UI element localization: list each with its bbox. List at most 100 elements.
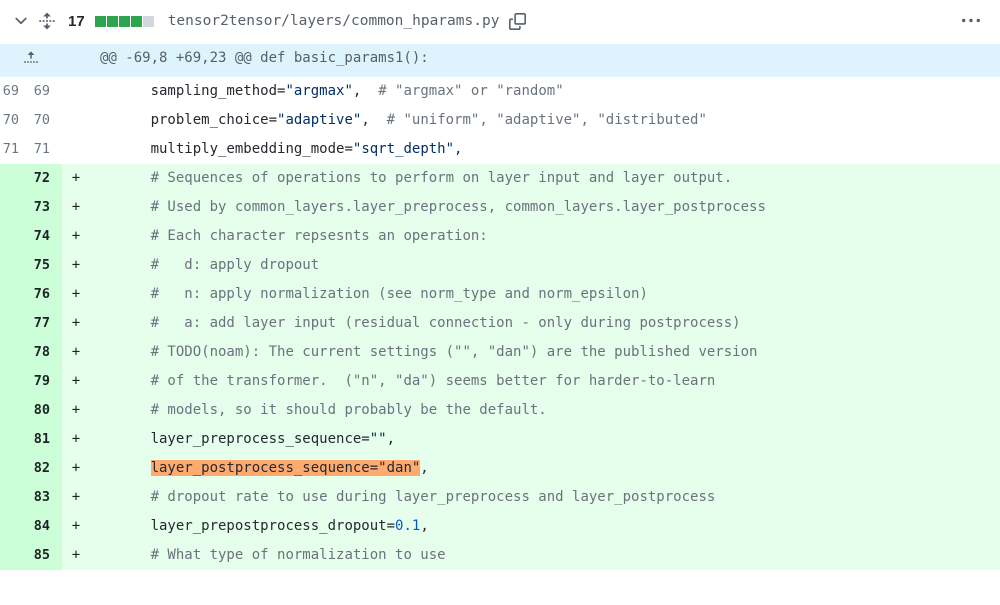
line-number-old[interactable]	[0, 280, 31, 309]
diff-line: 82+ layer_postprocess_sequence="dan",	[0, 454, 1000, 483]
copy-icon[interactable]	[509, 13, 526, 30]
code-content[interactable]: layer_prepostprocess_dropout=0.1,	[90, 512, 1000, 541]
line-number-old[interactable]	[0, 396, 31, 425]
diff-marker: +	[62, 512, 90, 541]
line-number-old[interactable]	[0, 338, 31, 367]
diff-line: 74+ # Each character repsesnts an operat…	[0, 222, 1000, 251]
file-path[interactable]: tensor2tensor/layers/common_hparams.py	[168, 13, 500, 29]
diff-marker: +	[62, 396, 90, 425]
diff-line: 85+ # What type of normalization to use	[0, 541, 1000, 570]
line-number-old[interactable]	[0, 425, 31, 454]
diffstat-block-add	[95, 16, 106, 27]
code-content[interactable]: # models, so it should probably be the d…	[90, 396, 1000, 425]
hunk-header-text: @@ -69,8 +69,23 @@ def basic_params1():	[90, 44, 1000, 77]
line-number-old[interactable]	[0, 309, 31, 338]
line-number-old[interactable]	[0, 164, 31, 193]
line-number-new[interactable]: 78	[31, 338, 62, 367]
diff-line: 72+ # Sequences of operations to perform…	[0, 164, 1000, 193]
line-number-new[interactable]: 80	[31, 396, 62, 425]
line-number-old[interactable]	[0, 193, 31, 222]
diff-line: 84+ layer_prepostprocess_dropout=0.1,	[0, 512, 1000, 541]
line-number-old[interactable]: 69	[0, 77, 31, 106]
diff-line: 6969 sampling_method="argmax", # "argmax…	[0, 77, 1000, 106]
diff-marker: +	[62, 193, 90, 222]
code-content[interactable]: sampling_method="argmax", # "argmax" or …	[90, 77, 1000, 106]
diffstat-block-neutral	[143, 16, 154, 27]
code-content[interactable]: # of the transformer. ("n", "da") seems …	[90, 367, 1000, 396]
expand-hunk-cell[interactable]	[0, 44, 62, 77]
kebab-menu-icon[interactable]	[958, 8, 984, 34]
line-number-old[interactable]	[0, 251, 31, 280]
line-number-new[interactable]: 83	[31, 483, 62, 512]
diff-line: 77+ # a: add layer input (residual conne…	[0, 309, 1000, 338]
line-number-new[interactable]: 75	[31, 251, 62, 280]
diff-marker: +	[62, 338, 90, 367]
line-number-new[interactable]: 81	[31, 425, 62, 454]
diff-marker: +	[62, 309, 90, 338]
line-number-old[interactable]	[0, 541, 31, 570]
diff-marker: +	[62, 367, 90, 396]
diff-line: 78+ # TODO(noam): The current settings (…	[0, 338, 1000, 367]
diff-marker: +	[62, 541, 90, 570]
chevron-down-icon[interactable]	[12, 12, 30, 30]
line-number-old[interactable]: 71	[0, 135, 31, 164]
diff-line: 7070 problem_choice="adaptive", # "unifo…	[0, 106, 1000, 135]
diff-line: 83+ # dropout rate to use during layer_p…	[0, 483, 1000, 512]
line-number-new[interactable]: 69	[31, 77, 62, 106]
diff-line: 7171 multiply_embedding_mode="sqrt_depth…	[0, 135, 1000, 164]
line-number-new[interactable]: 71	[31, 135, 62, 164]
code-content[interactable]: problem_choice="adaptive", # "uniform", …	[90, 106, 1000, 135]
diff-marker: +	[62, 454, 90, 483]
hunk-marker	[62, 44, 90, 77]
line-number-new[interactable]: 73	[31, 193, 62, 222]
diffstat-block-add	[107, 16, 118, 27]
diff-marker: +	[62, 251, 90, 280]
line-number-old[interactable]	[0, 512, 31, 541]
diff-line: 75+ # d: apply dropout	[0, 251, 1000, 280]
diff-marker	[62, 77, 90, 106]
change-count: 17	[68, 13, 85, 30]
line-number-old[interactable]	[0, 483, 31, 512]
code-content[interactable]: # Used by common_layers.layer_preprocess…	[90, 193, 1000, 222]
diff-line: 76+ # n: apply normalization (see norm_t…	[0, 280, 1000, 309]
diff-line: 81+ layer_preprocess_sequence="",	[0, 425, 1000, 454]
expand-file-icon[interactable]	[38, 12, 56, 30]
code-content[interactable]: multiply_embedding_mode="sqrt_depth",	[90, 135, 1000, 164]
line-number-new[interactable]: 82	[31, 454, 62, 483]
line-number-new[interactable]: 77	[31, 309, 62, 338]
line-number-old[interactable]	[0, 367, 31, 396]
diff-marker	[62, 135, 90, 164]
code-content[interactable]: layer_postprocess_sequence="dan",	[90, 454, 1000, 483]
code-content[interactable]: # What type of normalization to use	[90, 541, 1000, 570]
line-number-new[interactable]: 85	[31, 541, 62, 570]
line-number-old[interactable]	[0, 222, 31, 251]
code-content[interactable]: # Each character repsesnts an operation:	[90, 222, 1000, 251]
diff-marker: +	[62, 280, 90, 309]
code-content[interactable]: # a: add layer input (residual connectio…	[90, 309, 1000, 338]
diff-line: 73+ # Used by common_layers.layer_prepro…	[0, 193, 1000, 222]
diff-marker: +	[62, 222, 90, 251]
line-number-new[interactable]: 72	[31, 164, 62, 193]
code-content[interactable]: layer_preprocess_sequence="",	[90, 425, 1000, 454]
code-content[interactable]: # dropout rate to use during layer_prepr…	[90, 483, 1000, 512]
diffstat-block-add	[119, 16, 130, 27]
line-number-new[interactable]: 74	[31, 222, 62, 251]
line-number-new[interactable]: 70	[31, 106, 62, 135]
code-content[interactable]: # TODO(noam): The current settings ("", …	[90, 338, 1000, 367]
diff-line: 79+ # of the transformer. ("n", "da") se…	[0, 367, 1000, 396]
line-number-new[interactable]: 76	[31, 280, 62, 309]
line-number-old[interactable]: 70	[0, 106, 31, 135]
line-number-new[interactable]: 84	[31, 512, 62, 541]
line-number-new[interactable]: 79	[31, 367, 62, 396]
line-number-old[interactable]	[0, 454, 31, 483]
code-content[interactable]: # n: apply normalization (see norm_type …	[90, 280, 1000, 309]
diff-marker	[62, 106, 90, 135]
diff-table: @@ -69,8 +69,23 @@ def basic_params1():6…	[0, 44, 1000, 570]
hunk-header-row: @@ -69,8 +69,23 @@ def basic_params1():	[0, 44, 1000, 77]
diff-marker: +	[62, 164, 90, 193]
expand-up-icon[interactable]	[23, 47, 39, 66]
code-content[interactable]: # Sequences of operations to perform on …	[90, 164, 1000, 193]
diffstat	[95, 16, 154, 27]
code-content[interactable]: # d: apply dropout	[90, 251, 1000, 280]
diffstat-block-add	[131, 16, 142, 27]
